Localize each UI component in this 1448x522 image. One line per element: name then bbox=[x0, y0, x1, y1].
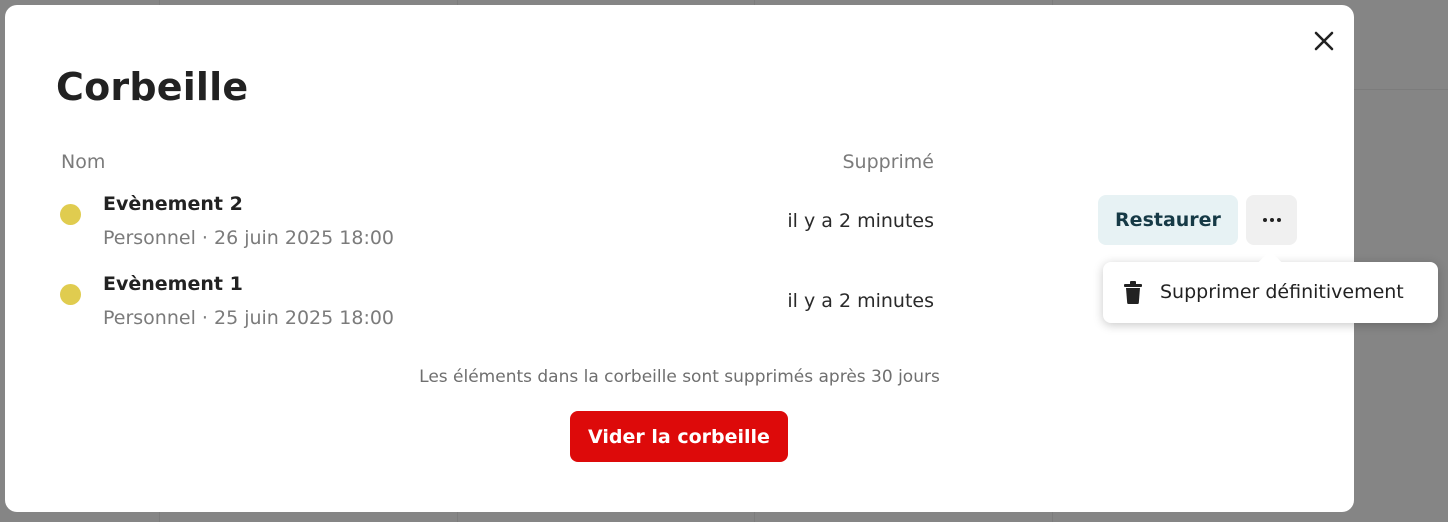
trash-icon bbox=[1124, 281, 1142, 304]
calendar-color-dot bbox=[60, 284, 81, 305]
event-title: Evènement 1 bbox=[103, 273, 243, 295]
deleted-time: il y a 2 minutes bbox=[787, 210, 934, 232]
event-meta: Personnel · 26 juin 2025 18:00 bbox=[103, 227, 395, 249]
trash-dialog: Corbeille Nom Supprimé Evènement 2 Perso… bbox=[5, 5, 1354, 512]
deleted-time: il y a 2 minutes bbox=[787, 290, 934, 312]
event-meta: Personnel · 25 juin 2025 18:00 bbox=[103, 307, 395, 329]
menu-item-label: Supprimer définitivement bbox=[1160, 281, 1404, 303]
calendar-color-dot bbox=[60, 204, 81, 225]
row-actions-menu: Supprimer définitivement bbox=[1103, 250, 1438, 323]
ellipsis-icon bbox=[1262, 218, 1281, 222]
menu-item-delete-permanently[interactable]: Supprimer définitivement bbox=[1103, 262, 1438, 323]
column-header-deleted: Supprimé bbox=[842, 151, 934, 173]
grid-line bbox=[1354, 89, 1448, 90]
close-icon bbox=[1314, 31, 1334, 51]
event-title: Evènement 2 bbox=[103, 193, 243, 215]
restore-button[interactable]: Restaurer bbox=[1098, 195, 1238, 245]
close-button[interactable] bbox=[1310, 27, 1338, 55]
empty-trash-button[interactable]: Vider la corbeille bbox=[570, 411, 788, 462]
column-header-name: Nom bbox=[61, 151, 106, 173]
dialog-title: Corbeille bbox=[56, 65, 249, 109]
retention-note: Les éléments dans la corbeille sont supp… bbox=[419, 367, 940, 387]
more-options-button[interactable] bbox=[1246, 195, 1297, 245]
